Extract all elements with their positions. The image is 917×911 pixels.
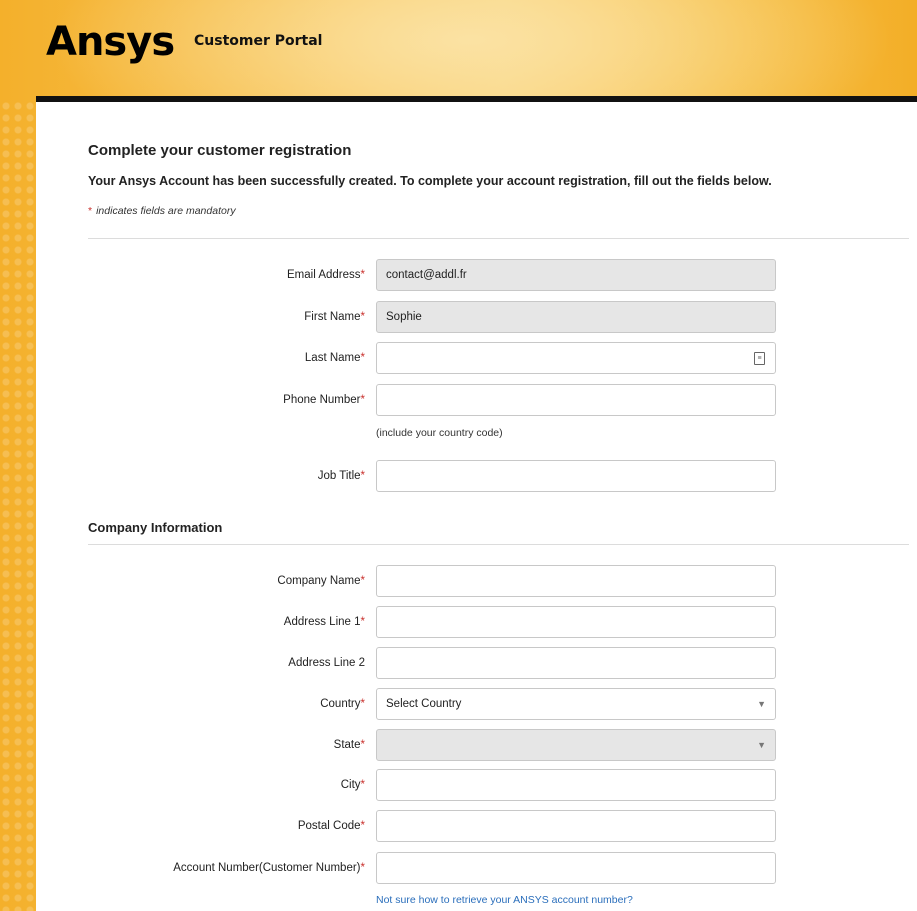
divider xyxy=(88,544,909,545)
first-name-label: First Name* xyxy=(304,311,365,323)
address1-row: Address Line 1* xyxy=(36,606,917,638)
job-title-row: Job Title* xyxy=(36,460,917,492)
address2-field[interactable] xyxy=(376,647,776,679)
address1-label: Address Line 1* xyxy=(283,616,365,628)
city-label: City* xyxy=(340,779,365,791)
ansys-logo[interactable]: Ansys xyxy=(46,20,175,64)
mandatory-note: * indicates fields are mandatory xyxy=(88,205,236,217)
divider xyxy=(88,238,909,239)
registration-panel: Complete your customer registration Your… xyxy=(36,96,917,911)
phone-label: Phone Number* xyxy=(283,394,365,406)
state-label: State* xyxy=(333,739,365,751)
address2-label: Address Line 2 xyxy=(288,657,365,669)
phone-row: Phone Number* xyxy=(36,384,917,416)
address2-row: Address Line 2 xyxy=(36,647,917,679)
account-number-field[interactable] xyxy=(376,852,776,884)
last-name-label: Last Name* xyxy=(304,352,365,364)
mandatory-note-text: indicates fields are mandatory xyxy=(96,205,236,217)
account-number-help-link[interactable]: Not sure how to retrieve your ANSYS acco… xyxy=(376,894,633,906)
company-name-field[interactable] xyxy=(376,565,776,597)
city-field[interactable] xyxy=(376,769,776,801)
country-label: Country* xyxy=(320,698,365,710)
phone-hint: (include your country code) xyxy=(376,427,503,439)
account-number-row: Account Number(Customer Number)* xyxy=(36,852,917,884)
company-section-title: Company Information xyxy=(88,520,223,535)
required-asterisk: * xyxy=(88,205,93,217)
company-name-row: Company Name* xyxy=(36,565,917,597)
last-name-field[interactable]: ≡ xyxy=(376,342,776,374)
phone-field[interactable] xyxy=(376,384,776,416)
page-title: Complete your customer registration xyxy=(88,142,352,159)
background-pattern xyxy=(0,100,36,911)
contact-card-icon[interactable]: ≡ xyxy=(754,352,765,365)
first-name-row: First Name* Sophie xyxy=(36,301,917,333)
portal-title: Customer Portal xyxy=(194,33,323,49)
job-title-field[interactable] xyxy=(376,460,776,492)
site-header: Ansys Customer Portal xyxy=(0,0,917,96)
chevron-down-icon: ▼ xyxy=(757,740,766,750)
last-name-row: Last Name* ≡ xyxy=(36,342,917,374)
email-label: Email Address* xyxy=(287,269,365,281)
country-select[interactable]: Select Country ▼ xyxy=(376,688,776,720)
city-row: City* xyxy=(36,769,917,801)
chevron-down-icon[interactable]: ▼ xyxy=(757,689,766,719)
intro-text: Your Ansys Account has been successfully… xyxy=(88,174,772,188)
country-row: Country* Select Country ▼ xyxy=(36,688,917,720)
postal-code-row: Postal Code* xyxy=(36,810,917,842)
account-number-label: Account Number(Customer Number)* xyxy=(173,862,365,874)
company-name-label: Company Name* xyxy=(277,575,365,587)
postal-code-label: Postal Code* xyxy=(297,820,365,832)
first-name-field[interactable]: Sophie xyxy=(376,301,776,333)
state-select[interactable]: ▼ xyxy=(376,729,776,761)
address1-field[interactable] xyxy=(376,606,776,638)
email-field[interactable]: contact@addl.fr xyxy=(376,259,776,291)
postal-code-field[interactable] xyxy=(376,810,776,842)
job-title-label: Job Title* xyxy=(317,470,365,482)
email-row: Email Address* contact@addl.fr xyxy=(36,259,917,291)
state-row: State* ▼ xyxy=(36,729,917,761)
